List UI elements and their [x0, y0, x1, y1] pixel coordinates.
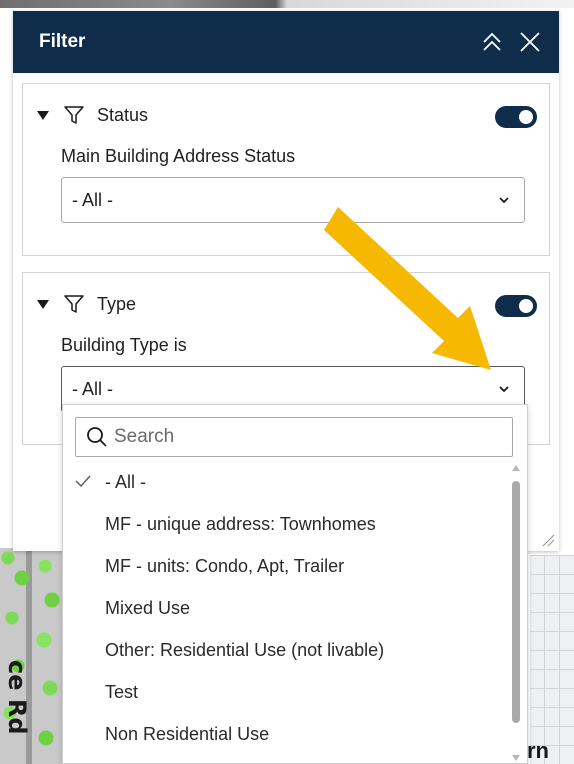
option-mf-townhomes[interactable]: MF - unique address: Townhomes [63, 503, 509, 545]
scroll-up-arrow-icon[interactable] [512, 465, 520, 471]
map-road-label: ce Rd [3, 660, 31, 735]
filter-card-header[interactable]: Status [37, 102, 535, 128]
filter-funnel-icon [64, 106, 84, 124]
header-actions [481, 31, 541, 53]
option-label: MF - units: Condo, Apt, Trailer [105, 555, 345, 576]
map-place-label: rn [527, 738, 549, 763]
option-all[interactable]: - All - [63, 461, 509, 503]
search-input[interactable] [114, 426, 494, 448]
filter-card-status: Status Main Building Address Status - Al… [22, 83, 550, 256]
option-label: MF - unique address: Townhomes [105, 513, 376, 534]
chevron-down-icon [499, 197, 509, 204]
select-value: - All - [72, 189, 114, 210]
option-other-residential[interactable]: Other: Residential Use (not livable) [63, 629, 509, 671]
map-background-top[interactable] [0, 0, 574, 8]
filter-card-title: Status [97, 104, 149, 125]
map-background-right[interactable] [530, 555, 574, 764]
chevron-down-icon [499, 386, 509, 393]
filter-card-header[interactable]: Type [37, 291, 535, 317]
type-filter-toggle[interactable] [495, 295, 537, 317]
select-value: - All - [72, 378, 114, 399]
option-label: Mixed Use [105, 597, 191, 618]
scroll-down-arrow-icon[interactable] [512, 755, 520, 761]
option-mf-condo[interactable]: MF - units: Condo, Apt, Trailer [63, 545, 509, 587]
scroll-thumb[interactable] [512, 481, 520, 723]
close-icon [520, 32, 540, 52]
caret-down-icon[interactable] [37, 110, 49, 120]
option-label: Test [105, 681, 139, 702]
collapse-panel-button[interactable] [481, 31, 503, 53]
option-test[interactable]: Test [63, 671, 509, 713]
field-label: Main Building Address Status [61, 146, 296, 166]
field-label: Building Type is [61, 335, 187, 355]
building-type-dropdown: - All - MF - unique address: Townhomes M… [62, 404, 528, 764]
option-non-residential[interactable]: Non Residential Use [63, 713, 509, 755]
option-label: Non Residential Use [105, 723, 270, 744]
dropdown-options: - All - MF - unique address: Townhomes M… [63, 461, 509, 755]
checkmark-icon [75, 475, 91, 487]
dropdown-search[interactable] [75, 417, 513, 457]
close-panel-button[interactable] [519, 31, 541, 53]
option-mixed-use[interactable]: Mixed Use [63, 587, 509, 629]
filter-funnel-icon [64, 295, 84, 313]
dropdown-scrollbar[interactable] [511, 465, 521, 761]
option-label: - All - [105, 471, 147, 492]
search-icon [87, 427, 107, 447]
status-select[interactable]: - All - [61, 177, 525, 223]
panel-body: Status Main Building Address Status - Al… [13, 73, 559, 445]
status-filter-toggle[interactable] [495, 106, 537, 128]
resize-handle-icon[interactable] [541, 533, 555, 547]
panel-title: Filter [39, 31, 86, 52]
caret-down-icon[interactable] [37, 299, 49, 309]
panel-header: Filter [13, 11, 559, 73]
filter-card-title: Type [97, 293, 137, 314]
option-label: Other: Residential Use (not livable) [105, 639, 385, 660]
double-chevron-up-icon [483, 32, 501, 51]
